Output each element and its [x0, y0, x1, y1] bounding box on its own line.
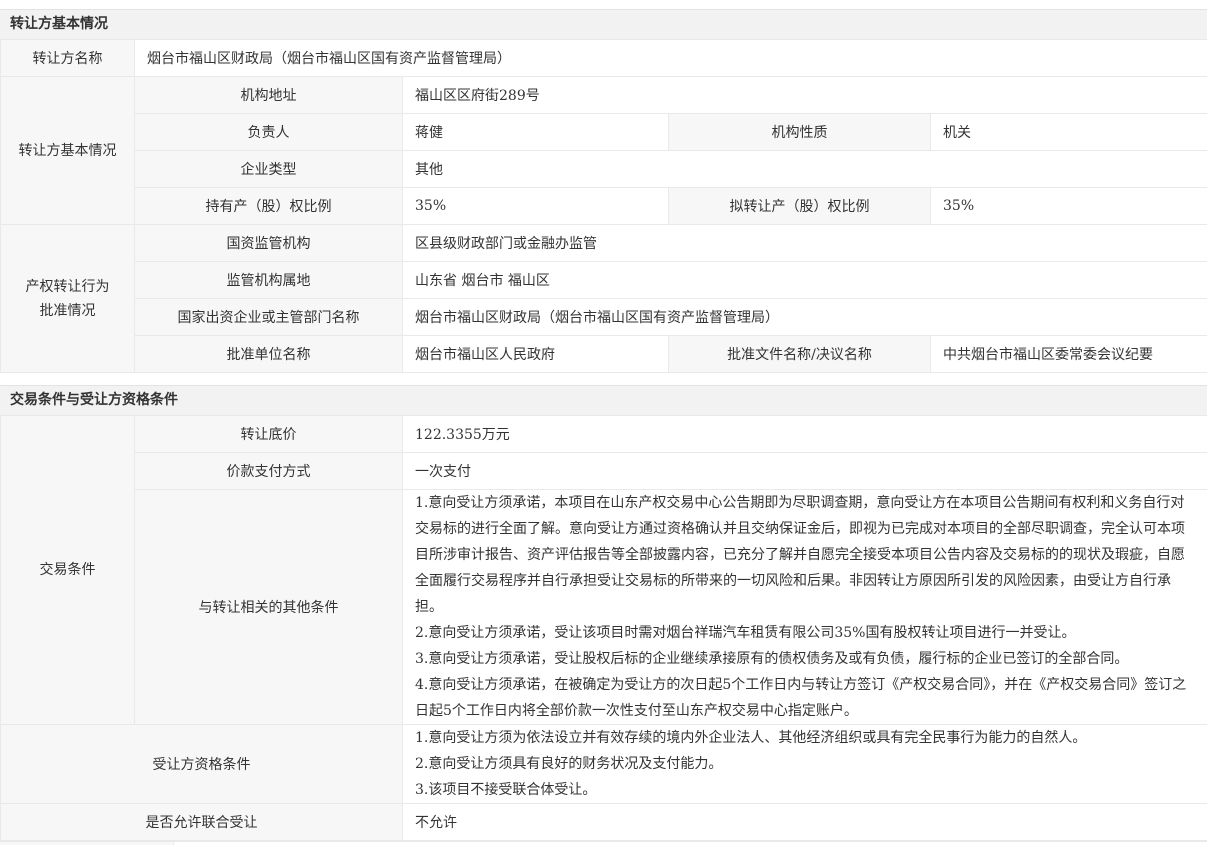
condition-paragraph: 2.意向受让方须承诺，受让该项目时需对烟台祥瑞汽车租赁有限公司35%国有股权转让…: [415, 620, 1195, 646]
floor-price-value: 122.3355万元: [403, 416, 1207, 453]
table-row: 持有产（股）权比例 35% 拟转让产（股）权比例 35%: [1, 188, 1207, 225]
transferor-name-value: 烟台市福山区财政局（烟台市福山区国有资产监督管理局）: [135, 40, 1207, 77]
transferor-table: 转让方名称 烟台市福山区财政局（烟台市福山区国有资产监督管理局） 转让方基本情况…: [0, 39, 1207, 373]
section-header-conditions: 交易条件与受让方资格条件: [0, 385, 1207, 415]
section-title: 转让方基本情况: [10, 16, 108, 32]
next-row-sliver: [0, 841, 1207, 845]
qualification-value: 1.意向受让方须为依法设立并有效存续的境内外企业法人、其他经济组织或具有完全民事…: [403, 725, 1207, 804]
table-row: 产权转让行为 批准情况 国资监管机构 区县级财政部门或金融办监管: [1, 225, 1207, 262]
table-row: 转让方名称 烟台市福山区财政局（烟台市福山区国有资产监督管理局）: [1, 40, 1207, 77]
table-row: 交易条件 转让底价 122.3355万元: [1, 416, 1207, 453]
approval-unit-value: 烟台市福山区人民政府: [403, 336, 669, 373]
org-nature-value: 机关: [931, 114, 1207, 151]
payment-method-label: 价款支付方式: [135, 453, 403, 490]
qualification-paragraph: 3.该项目不接受联合体受让。: [415, 777, 1195, 803]
qualification-paragraph: 1.意向受让方须为依法设立并有效存续的境内外企业法人、其他经济组织或具有完全民事…: [415, 725, 1195, 751]
principal-value: 蒋健: [403, 114, 669, 151]
approval-group-label: 产权转让行为 批准情况: [1, 225, 135, 373]
table-row: 受让方资格条件 1.意向受让方须为依法设立并有效存续的境内外企业法人、其他经济组…: [1, 725, 1207, 804]
table-row: 国家出资企业或主管部门名称 烟台市福山区财政局（烟台市福山区国有资产监督管理局）: [1, 299, 1207, 336]
regulator-location-value: 山东省 烟台市 福山区: [403, 262, 1207, 299]
transfer-ratio-value: 35%: [931, 188, 1207, 225]
condition-paragraph: 4.意向受让方须承诺，在被确定为受让方的次日起5个工作日内与转让方签订《产权交易…: [415, 672, 1195, 724]
table-row: 企业类型 其他: [1, 151, 1207, 188]
table-row: 价款支付方式 一次支付: [1, 453, 1207, 490]
approval-doc-label: 批准文件名称/决议名称: [669, 336, 931, 373]
section-header-transferor: 转让方基本情况: [0, 9, 1207, 39]
approval-doc-value: 中共烟台市福山区委常委会议纪要: [931, 336, 1207, 373]
joint-transfer-label: 是否允许联合受让: [1, 804, 403, 841]
condition-paragraph: 3.意向受让方须承诺，受让股权后标的企业继续承接原有的债权债务及或有负债，履行标…: [415, 646, 1195, 672]
section-gap: [0, 373, 1207, 385]
held-ratio-value: 35%: [403, 188, 669, 225]
address-value: 福山区区府街289号: [403, 77, 1207, 114]
next-row-value-cell: [174, 842, 1207, 845]
section-title: 交易条件与受让方资格条件: [10, 392, 178, 408]
address-label: 机构地址: [135, 77, 403, 114]
transfer-ratio-label: 拟转让产（股）权比例: [669, 188, 931, 225]
table-row: 监管机构属地 山东省 烟台市 福山区: [1, 262, 1207, 299]
table-row: 与转让相关的其他条件 1.意向受让方须承诺，本项目在山东产权交易中心公告期即为尽…: [1, 490, 1207, 725]
other-conditions-value: 1.意向受让方须承诺，本项目在山东产权交易中心公告期即为尽职调查期，意向受让方在…: [403, 490, 1207, 725]
conditions-table: 交易条件 转让底价 122.3355万元 价款支付方式 一次支付 与转让相关的其…: [0, 415, 1207, 841]
state-enterprise-label: 国家出资企业或主管部门名称: [135, 299, 403, 336]
approval-unit-label: 批准单位名称: [135, 336, 403, 373]
table-row: 是否允许联合受让 不允许: [1, 804, 1207, 841]
payment-method-value: 一次支付: [403, 453, 1207, 490]
other-conditions-label: 与转让相关的其他条件: [135, 490, 403, 725]
transferor-name-label: 转让方名称: [1, 40, 135, 77]
principal-label: 负责人: [135, 114, 403, 151]
table-row: 转让方基本情况 机构地址 福山区区府街289号: [1, 77, 1207, 114]
condition-paragraph: 1.意向受让方须承诺，本项目在山东产权交易中心公告期即为尽职调查期，意向受让方在…: [415, 490, 1195, 620]
org-nature-label: 机构性质: [669, 114, 931, 151]
property-transfer-document: 转让方基本情况 转让方名称 烟台市福山区财政局（烟台市福山区国有资产监督管理局）…: [0, 0, 1207, 853]
joint-transfer-value: 不允许: [403, 804, 1207, 841]
qualification-label: 受让方资格条件: [1, 725, 403, 804]
floor-price-label: 转让底价: [135, 416, 403, 453]
qualification-paragraph: 2.意向受让方须具有良好的财务状况及支付能力。: [415, 751, 1195, 777]
next-row-label-cell: [0, 842, 174, 845]
regulator-location-label: 监管机构属地: [135, 262, 403, 299]
state-enterprise-value: 烟台市福山区财政局（烟台市福山区国有资产监督管理局）: [403, 299, 1207, 336]
enterprise-type-label: 企业类型: [135, 151, 403, 188]
basic-info-group-label: 转让方基本情况: [1, 77, 135, 225]
held-ratio-label: 持有产（股）权比例: [135, 188, 403, 225]
regulator-value: 区县级财政部门或金融办监管: [403, 225, 1207, 262]
regulator-label: 国资监管机构: [135, 225, 403, 262]
table-row: 负责人 蒋健 机构性质 机关: [1, 114, 1207, 151]
conditions-group-label: 交易条件: [1, 416, 135, 725]
table-row: 批准单位名称 烟台市福山区人民政府 批准文件名称/决议名称 中共烟台市福山区委常…: [1, 336, 1207, 373]
enterprise-type-value: 其他: [403, 151, 1207, 188]
